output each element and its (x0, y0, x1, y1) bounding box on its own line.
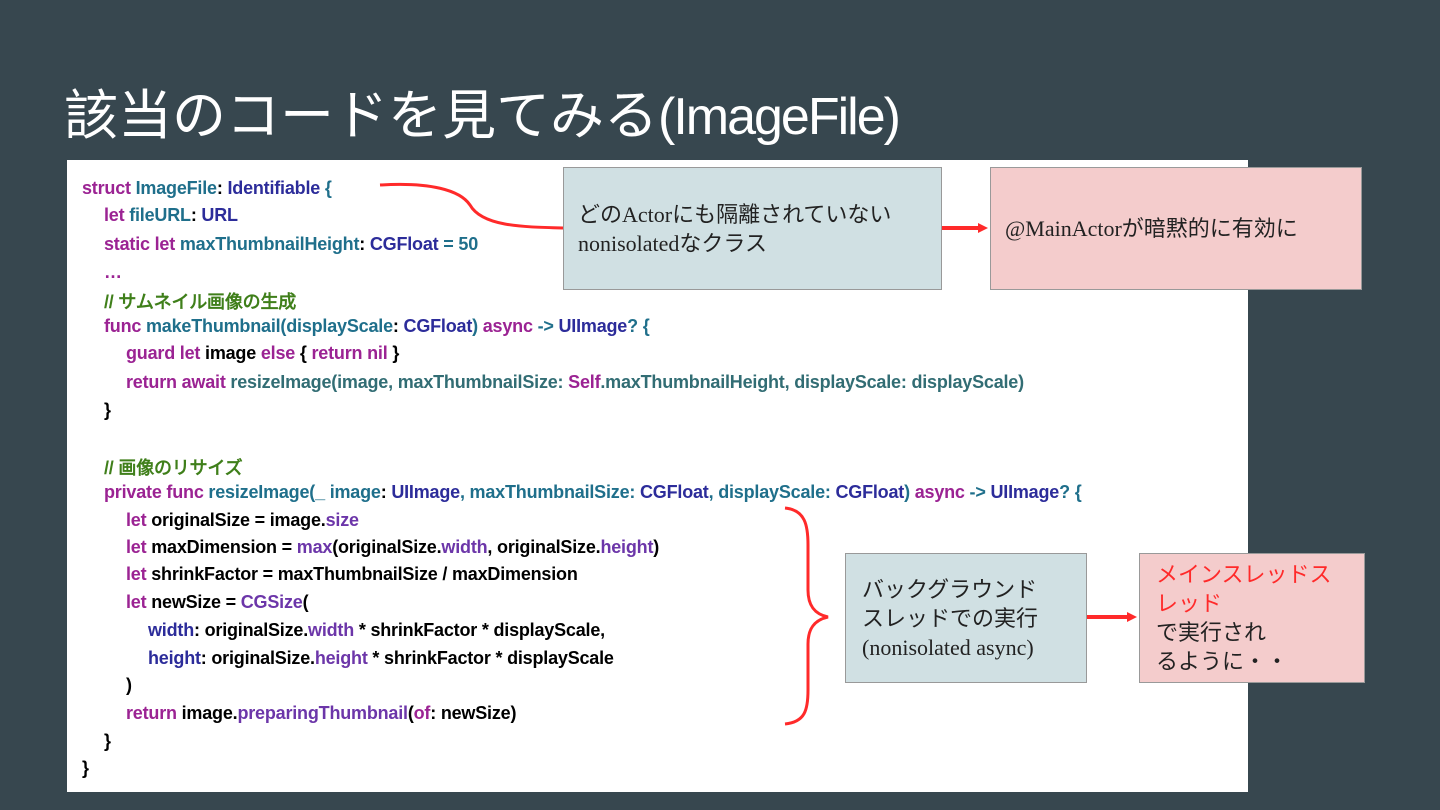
annotation-overlay (379, 182, 1137, 726)
connector-line (379, 182, 564, 230)
curly-brace-icon (784, 506, 829, 726)
